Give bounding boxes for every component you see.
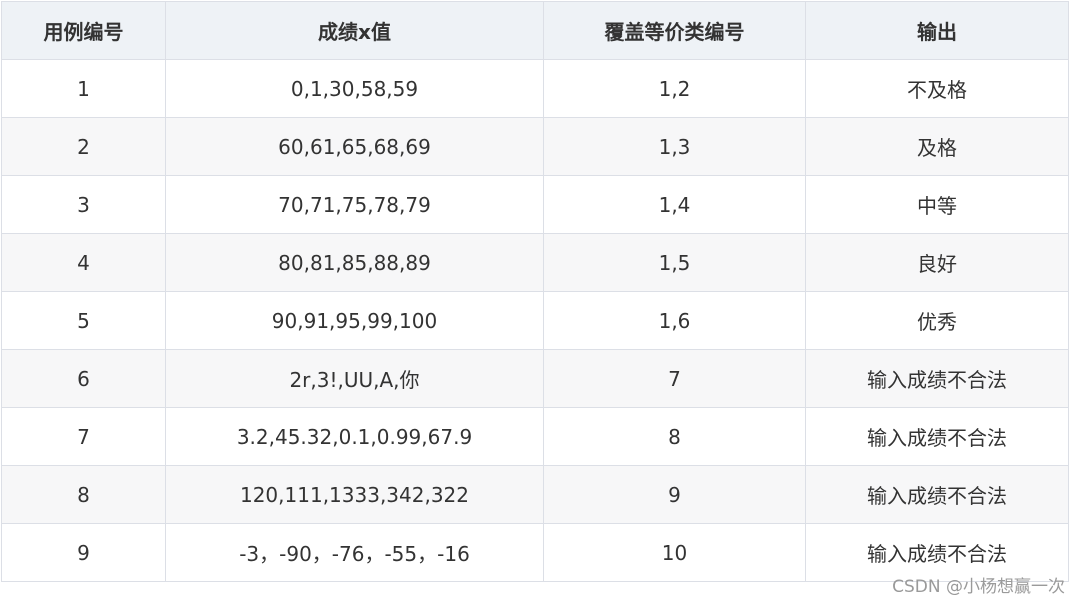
table-row: 8 120,111,1333,342,322 9 输入成绩不合法 <box>1 465 1069 524</box>
cell-score-values: 90,91,95,99,100 <box>165 291 544 350</box>
cell-score-values: -3，-90，-76，-55，-16 <box>165 523 544 582</box>
cell-score-values: 80,81,85,88,89 <box>165 233 544 292</box>
header-output: 输出 <box>805 1 1069 60</box>
header-row: 用例编号 成绩x值 覆盖等价类编号 输出 <box>1 1 1069 60</box>
cell-score-values: 2r,3!,UU,A,你 <box>165 349 544 408</box>
table-row: 2 60,61,65,68,69 1,3 及格 <box>1 117 1069 176</box>
cell-output: 中等 <box>805 175 1069 234</box>
table-row: 7 3.2,45.32,0.1,0.99,67.9 8 输入成绩不合法 <box>1 407 1069 466</box>
table-row: 5 90,91,95,99,100 1,6 优秀 <box>1 291 1069 350</box>
cell-score-values: 60,61,65,68,69 <box>165 117 544 176</box>
cell-case-id: 3 <box>1 175 166 234</box>
cell-score-values: 120,111,1333,342,322 <box>165 465 544 524</box>
cell-case-id: 5 <box>1 291 166 350</box>
cell-case-id: 2 <box>1 117 166 176</box>
cell-equivalence-class: 10 <box>543 523 806 582</box>
table-row: 1 0,1,30,58,59 1,2 不及格 <box>1 59 1069 118</box>
cell-score-values: 3.2,45.32,0.1,0.99,67.9 <box>165 407 544 466</box>
cell-case-id: 4 <box>1 233 166 292</box>
cell-equivalence-class: 1,6 <box>543 291 806 350</box>
cell-equivalence-class: 9 <box>543 465 806 524</box>
cell-case-id: 8 <box>1 465 166 524</box>
cell-equivalence-class: 1,4 <box>543 175 806 234</box>
cell-equivalence-class: 1,5 <box>543 233 806 292</box>
cell-output: 及格 <box>805 117 1069 176</box>
cell-equivalence-class: 8 <box>543 407 806 466</box>
cell-output: 良好 <box>805 233 1069 292</box>
cell-output: 不及格 <box>805 59 1069 118</box>
watermark: CSDN @小杨想赢一次 <box>892 577 1065 597</box>
cell-equivalence-class: 1,3 <box>543 117 806 176</box>
cell-equivalence-class: 1,2 <box>543 59 806 118</box>
cell-output: 输入成绩不合法 <box>805 349 1069 408</box>
cell-case-id: 7 <box>1 407 166 466</box>
cell-output: 输入成绩不合法 <box>805 465 1069 524</box>
table-row: 6 2r,3!,UU,A,你 7 输入成绩不合法 <box>1 349 1069 408</box>
table-row: 4 80,81,85,88,89 1,5 良好 <box>1 233 1069 292</box>
header-equivalence-class: 覆盖等价类编号 <box>543 1 806 60</box>
cell-score-values: 0,1,30,58,59 <box>165 59 544 118</box>
test-case-table: 用例编号 成绩x值 覆盖等价类编号 输出 1 0,1,30,58,59 1,2 … <box>1 1 1069 582</box>
cell-output: 优秀 <box>805 291 1069 350</box>
table-row: 3 70,71,75,78,79 1,4 中等 <box>1 175 1069 234</box>
cell-case-id: 1 <box>1 59 166 118</box>
cell-score-values: 70,71,75,78,79 <box>165 175 544 234</box>
cell-output: 输入成绩不合法 <box>805 407 1069 466</box>
cell-case-id: 9 <box>1 523 166 582</box>
header-case-id: 用例编号 <box>1 1 166 60</box>
cell-case-id: 6 <box>1 349 166 408</box>
cell-equivalence-class: 7 <box>543 349 806 408</box>
header-score-values: 成绩x值 <box>165 1 544 60</box>
